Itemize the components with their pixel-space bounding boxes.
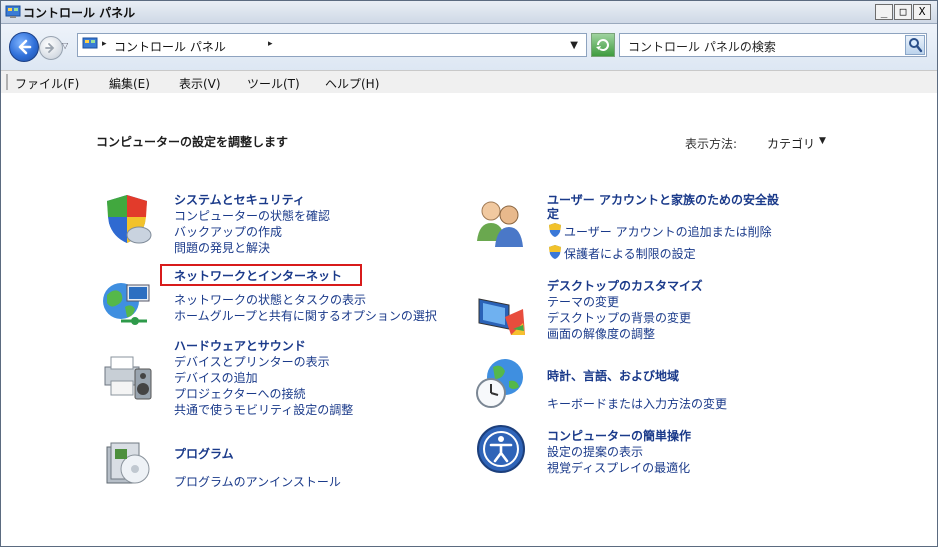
title-bar[interactable]: コントロール パネル _ □ X — [1, 1, 937, 24]
link-devices-printers[interactable]: デバイスとプリンターの表示 — [174, 353, 330, 370]
category-hardware-sound[interactable]: ハードウェアとサウンド — [174, 337, 306, 354]
refresh-button[interactable] — [591, 33, 615, 57]
link-uninstall-program[interactable]: プログラムのアンインストール — [174, 473, 341, 490]
forward-arrow-icon — [45, 43, 55, 53]
link-adjust-resolution[interactable]: 画面の解像度の調整 — [547, 325, 655, 342]
search-icon — [909, 38, 923, 53]
printer-speaker-icon[interactable] — [101, 351, 153, 403]
category-user-accounts[interactable]: ユーザー アカウントと家族のための安全設 — [547, 191, 779, 208]
link-network-status-tasks[interactable]: ネットワークの状態とタスクの表示 — [174, 291, 366, 308]
link-mobility-settings[interactable]: 共通で使うモビリティ設定の調整 — [174, 401, 353, 418]
refresh-icon — [596, 39, 609, 51]
menu-edit[interactable]: 編集(E) — [109, 75, 150, 92]
link-add-remove-users[interactable]: ユーザー アカウントの追加または削除 — [564, 223, 772, 240]
uac-shield-icon — [549, 223, 561, 237]
desktop-monitor-icon[interactable] — [475, 289, 527, 341]
forward-button[interactable] — [39, 36, 63, 60]
category-desktop-customization[interactable]: デスクトップのカスタマイズ — [547, 277, 703, 294]
link-homegroup-sharing[interactable]: ホームグループと共有に関するオプションの選択 — [174, 307, 437, 324]
view-by-selector[interactable]: カテゴリ — [767, 135, 815, 152]
maximize-button[interactable]: □ — [894, 4, 912, 20]
control-panel-window: コントロール パネル _ □ X ▽ ▸ コントロール パネル ▸ ▼ コントロ… — [0, 0, 938, 547]
back-arrow-icon — [18, 39, 32, 55]
link-optimize-display[interactable]: 視覚ディスプレイの最適化 — [547, 459, 690, 476]
search-input[interactable]: コントロール パネルの検索 — [628, 38, 776, 55]
users-icon[interactable] — [475, 197, 527, 249]
address-field[interactable]: ▸ コントロール パネル ▸ ▼ — [77, 33, 587, 57]
breadcrumb-arrow-icon[interactable]: ▸ — [268, 39, 273, 49]
network-globe-icon[interactable] — [101, 277, 153, 329]
breadcrumb-control-panel[interactable]: コントロール パネル — [114, 38, 226, 55]
link-check-computer-status[interactable]: コンピューターの状態を確認 — [174, 207, 330, 224]
category-ease-of-access[interactable]: コンピューターの簡単操作 — [547, 427, 691, 444]
breadcrumb-arrow-icon[interactable]: ▸ — [102, 39, 107, 49]
program-box-icon[interactable] — [101, 437, 153, 489]
minimize-button[interactable]: _ — [875, 4, 893, 20]
link-change-theme[interactable]: テーマの変更 — [547, 293, 619, 310]
navigation-bar: ▽ ▸ コントロール パネル ▸ ▼ コントロール パネルの検索 — [1, 24, 937, 70]
uac-shield-icon — [549, 245, 561, 259]
link-troubleshoot[interactable]: 問題の発見と解決 — [174, 239, 270, 256]
address-dropdown-icon[interactable]: ▼ — [570, 40, 578, 51]
category-programs[interactable]: プログラム — [174, 445, 234, 462]
close-button[interactable]: X — [913, 4, 931, 20]
view-by-dropdown-icon[interactable]: ▼ — [819, 136, 826, 146]
category-system-security[interactable]: システムとセキュリティ — [174, 191, 305, 208]
control-panel-icon — [5, 5, 21, 18]
search-button[interactable] — [905, 35, 925, 55]
globe-clock-icon[interactable] — [475, 357, 527, 409]
window-title: コントロール パネル — [23, 6, 136, 20]
back-button[interactable] — [9, 32, 39, 62]
category-network-internet[interactable]: ネットワークとインターネット — [174, 267, 342, 284]
menu-view[interactable]: 表示(V) — [179, 75, 221, 92]
menu-bar: ファイル(F) 編集(E) 表示(V) ツール(T) ヘルプ(H) — [1, 70, 937, 94]
link-get-recommendations[interactable]: 設定の提案の表示 — [547, 443, 643, 460]
menu-grip — [6, 74, 8, 90]
category-clock-language-region[interactable]: 時計、言語、および地域 — [547, 367, 679, 384]
shield-icon[interactable] — [101, 193, 153, 245]
link-connect-projector[interactable]: プロジェクターへの接続 — [174, 385, 306, 402]
link-change-background[interactable]: デスクトップの背景の変更 — [547, 309, 691, 326]
menu-tools[interactable]: ツール(T) — [247, 75, 300, 92]
menu-help[interactable]: ヘルプ(H) — [325, 75, 379, 92]
page-title: コンピューターの設定を調整します — [96, 135, 289, 149]
link-parental-controls[interactable]: 保護者による制限の設定 — [564, 245, 696, 262]
menu-file[interactable]: ファイル(F) — [15, 75, 79, 92]
view-by-label: 表示方法: — [685, 137, 738, 151]
control-panel-content: コンピューターの設定を調整します 表示方法: カテゴリ ▼ システムとセキュリテ… — [1, 93, 937, 546]
category-user-accounts-line2[interactable]: 定 — [547, 205, 559, 222]
control-panel-icon — [82, 37, 98, 49]
search-box[interactable]: コントロール パネルの検索 — [619, 33, 927, 57]
link-add-device[interactable]: デバイスの追加 — [174, 369, 258, 386]
link-create-backup[interactable]: バックアップの作成 — [174, 223, 282, 240]
link-change-keyboard[interactable]: キーボードまたは入力方法の変更 — [547, 395, 727, 412]
recent-pages-dropdown[interactable]: ▽ — [62, 41, 68, 50]
accessibility-icon[interactable] — [475, 423, 527, 475]
